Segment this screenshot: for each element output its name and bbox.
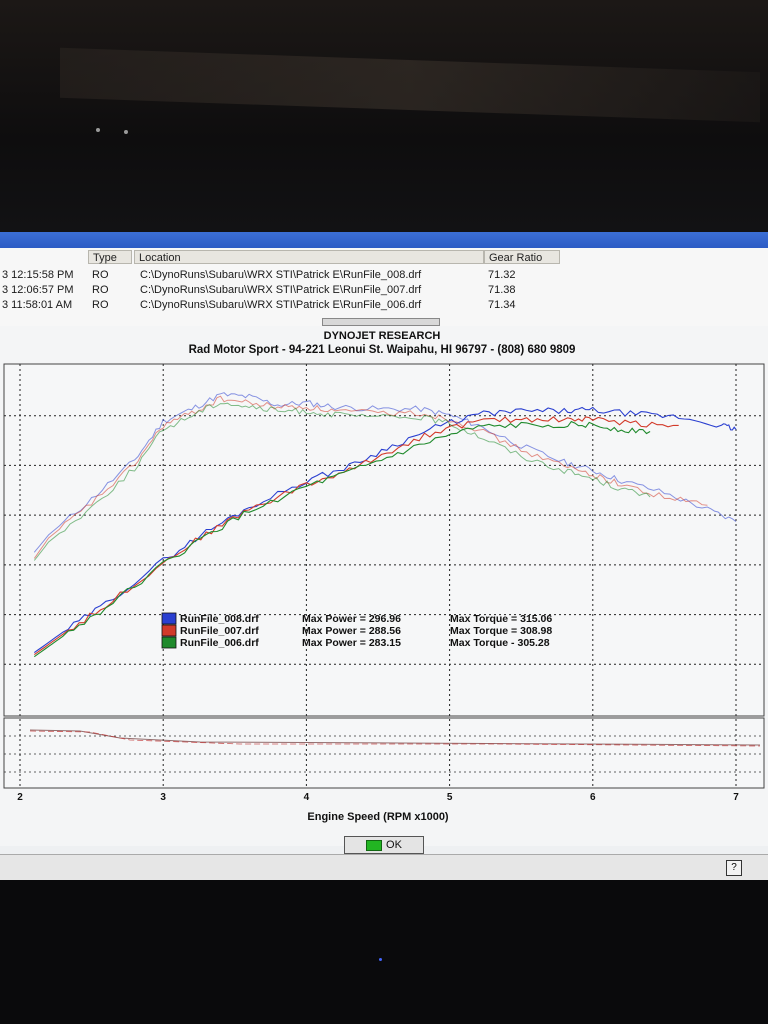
list-item[interactable]: 3 12:06:57 PM RO C:\DynoRuns\Subaru\WRX … [0, 283, 768, 298]
monitor-bottom-bezel [0, 880, 768, 1024]
legend-max-power: Max Power = 283.15 [302, 637, 401, 649]
x-tick-label: 3 [160, 792, 166, 803]
chart-title: DYNOJET RESEARCH [324, 330, 441, 342]
run-location: C:\DynoRuns\Subaru\WRX STI\Patrick E\Run… [140, 299, 422, 311]
run-file-list[interactable]: Type Location Gear Ratio 3 12:15:58 PM R… [0, 248, 768, 327]
run-type: RO [92, 269, 109, 281]
x-axis-label: Engine Speed (RPM x1000) [307, 811, 449, 823]
window-title-bar [0, 232, 768, 248]
status-bar: ? [0, 854, 768, 880]
run-location: C:\DynoRuns\Subaru\WRX STI\Patrick E\Run… [140, 284, 422, 296]
run-gear-ratio: 71.32 [488, 269, 516, 281]
ok-indicator-icon [366, 839, 383, 851]
run-time: 3 11:58:01 AM [2, 299, 73, 311]
x-tick-label: 7 [733, 792, 739, 803]
run-time: 3 12:15:58 PM [2, 269, 74, 281]
help-button[interactable]: ? [726, 860, 742, 876]
legend-max-torque: Max Torque - 305.28 [450, 637, 550, 649]
ok-button-label: OK [386, 839, 402, 851]
legend-max-power: Max Power = 288.56 [302, 625, 401, 637]
legend-max-power: Max Power = 296.96 [302, 613, 401, 625]
x-tick-label: 2 [17, 792, 23, 803]
horizontal-scrollbar[interactable] [322, 318, 440, 326]
run-type: RO [92, 299, 109, 311]
legend-swatch [161, 612, 177, 625]
ceiling-beam [60, 47, 760, 123]
legend-file-name: RunFile_006.drf [180, 637, 259, 649]
main-plot-frame [3, 363, 765, 717]
chart-subtitle: Rad Motor Sport - 94-221 Leonui St. Waip… [189, 344, 576, 356]
legend-swatch [161, 624, 177, 637]
legend-max-torque: Max Torque = 315.06 [450, 613, 552, 625]
afr-plot-frame [3, 717, 765, 789]
column-header-type[interactable]: Type [88, 250, 132, 264]
run-location: C:\DynoRuns\Subaru\WRX STI\Patrick E\Run… [140, 269, 422, 281]
ceiling-light [124, 130, 128, 134]
monitor-top-bezel [0, 0, 768, 232]
run-gear-ratio: 71.34 [488, 299, 516, 311]
ceiling-light [96, 128, 100, 132]
column-header-location[interactable]: Location [134, 250, 484, 264]
x-tick-label: 6 [590, 792, 596, 803]
run-type: RO [92, 284, 109, 296]
x-tick-label: 4 [304, 792, 310, 803]
list-item[interactable]: 3 11:58:01 AM RO C:\DynoRuns\Subaru\WRX … [0, 298, 768, 313]
legend-file-name: RunFile_007.drf [180, 625, 259, 637]
legend-file-name: RunFile_008.drf [180, 613, 259, 625]
dyno-chart-svg: DYNOJET RESEARCH Rad Motor Sport - 94-22… [3, 330, 765, 823]
legend-swatch [161, 636, 177, 649]
ok-button[interactable]: OK [344, 836, 424, 854]
dyno-window: Type Location Gear Ratio 3 12:15:58 PM R… [0, 232, 768, 880]
legend-max-torque: Max Torque = 308.98 [450, 625, 552, 637]
column-header-gear-ratio[interactable]: Gear Ratio [484, 250, 560, 264]
dyno-chart: DYNOJET RESEARCH Rad Motor Sport - 94-22… [0, 326, 768, 846]
run-gear-ratio: 71.38 [488, 284, 516, 296]
list-item[interactable]: 3 12:15:58 PM RO C:\DynoRuns\Subaru\WRX … [0, 268, 768, 283]
run-time: 3 12:06:57 PM [2, 284, 74, 296]
x-tick-label: 5 [447, 792, 453, 803]
power-led-icon [379, 958, 382, 961]
